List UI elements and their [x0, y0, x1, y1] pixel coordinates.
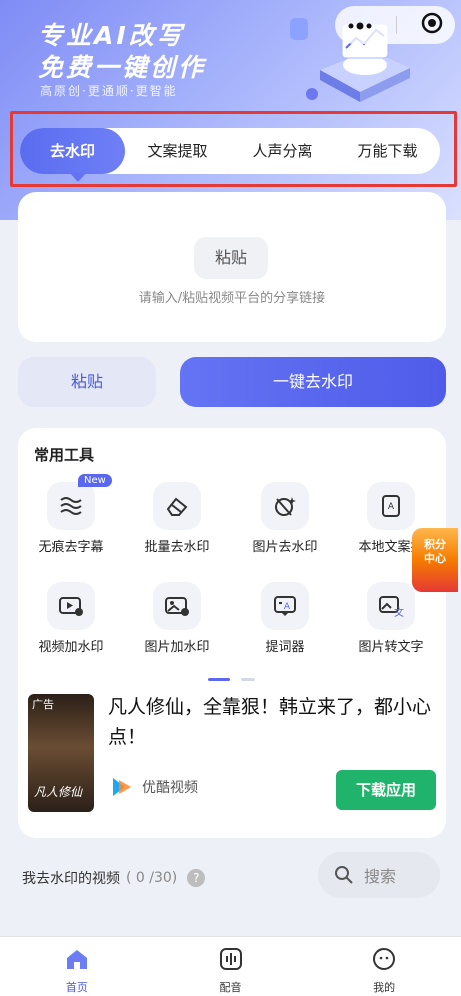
home-icon [66, 950, 87, 969]
document-text-icon: A [367, 482, 415, 530]
hero-title-line1: 专业AI改写 [38, 21, 185, 50]
new-badge: New [78, 474, 112, 487]
tool-label: 无痕去字幕 [38, 540, 104, 555]
points-center-button[interactable]: 积分 中心 [412, 528, 458, 592]
more-icon[interactable] [347, 16, 373, 35]
tool-label: 视频加水印 [38, 640, 104, 655]
my-videos-count: ( 0 /30) [126, 870, 178, 886]
download-app-button[interactable]: 下载应用 [336, 770, 436, 810]
tool-label: 批量去水印 [144, 540, 210, 555]
tools-card: 常用工具 New 无痕去字幕 批量去水印 图片去水印 A 本地文案提 视频加水印 [18, 428, 446, 838]
svg-text:A: A [388, 502, 395, 512]
tool-image-remove-watermark[interactable]: 图片去水印 [232, 482, 338, 555]
help-icon[interactable]: ? [187, 869, 206, 887]
hero-banner: 专业AI改写 免费一键创作 高原创·更通顺·更智能 [0, 0, 461, 220]
capsule-divider [396, 16, 398, 34]
teleprompter-icon: A [261, 582, 309, 630]
tab-remove-watermark[interactable]: 去水印 [20, 128, 125, 182]
tool-remove-subtitles[interactable]: New 无痕去字幕 [18, 474, 124, 555]
tool-label: 图片转文字 [358, 640, 424, 655]
subtitle-wave-icon [47, 482, 95, 530]
search-label: 搜索 [364, 867, 397, 886]
nav-profile[interactable]: 我的 [307, 937, 461, 996]
nav-home[interactable]: 首页 [0, 937, 154, 996]
audio-wave-icon [219, 948, 242, 970]
tool-teleprompter[interactable]: A 提词器 [232, 582, 338, 655]
image-to-text-icon: 文 [367, 582, 415, 630]
nav-label: 配音 [219, 981, 242, 994]
close-miniprogram-icon[interactable] [421, 12, 443, 38]
ad-brand: 优酷视频 [110, 776, 198, 798]
search-icon [335, 866, 353, 884]
hero-subtitle: 高原创·更通顺·更智能 [40, 84, 178, 98]
paste-button[interactable]: 粘贴 [18, 357, 156, 407]
tools-title: 常用工具 [34, 446, 95, 464]
image-watermark-icon [153, 582, 201, 630]
hero-title-line2: 免费一键创作 [38, 53, 207, 82]
nav-dubbing[interactable]: 配音 [154, 937, 308, 996]
svg-text:A: A [284, 602, 291, 612]
my-videos-label: 我去水印的视频 [22, 871, 120, 887]
ad-title[interactable]: 凡人修仙，全靠狠！韩立来了，都小心点！ [108, 692, 434, 752]
points-label-line2: 中心 [424, 552, 446, 565]
ad-tag: 广告 [32, 698, 54, 711]
pager-dot-active [208, 678, 230, 681]
youku-logo-icon [113, 778, 131, 796]
profile-face-icon [373, 948, 396, 970]
search-button[interactable]: 搜索 [318, 852, 440, 898]
link-input-card[interactable]: 粘贴 请输入/粘贴视频平台的分享链接 [18, 192, 446, 342]
my-videos-header: 我去水印的视频 ( 0 /30) ? [22, 868, 206, 888]
hero-title: 专业AI改写 免费一键创作 [38, 20, 206, 84]
tool-batch-remove-watermark[interactable]: 批量去水印 [124, 482, 230, 555]
pager-dot [241, 678, 256, 681]
miniprogram-capsule[interactable] [335, 6, 455, 44]
tool-label: 图片去水印 [252, 540, 318, 555]
eraser-icon [153, 482, 201, 530]
tool-label: 图片加水印 [144, 640, 210, 655]
pager-dots [208, 666, 261, 685]
tool-label: 提词器 [265, 640, 305, 655]
mode-tabs: 去水印 文案提取 人声分离 万能下载 [20, 128, 440, 182]
tool-image-to-text[interactable]: 文 图片转文字 [338, 582, 444, 655]
bottom-nav: 首页 配音 我的 [0, 936, 461, 996]
svg-text:文: 文 [394, 606, 404, 618]
image-eraser-icon [261, 482, 309, 530]
remove-watermark-button[interactable]: 一键去水印 [180, 357, 446, 407]
ad-thumbnail-logo: 凡人修仙 [34, 785, 83, 799]
nav-label: 我的 [373, 981, 396, 994]
tool-video-add-watermark[interactable]: 视频加水印 [18, 582, 124, 655]
ad-brand-name: 优酷视频 [142, 780, 198, 796]
tab-vocal-separation[interactable]: 人声分离 [230, 128, 335, 174]
points-label-line1: 积分 [424, 538, 446, 551]
tab-extract-copy[interactable]: 文案提取 [125, 128, 230, 174]
ad-thumbnail[interactable]: 广告 凡人修仙 [28, 694, 94, 812]
link-input-placeholder: 请输入/粘贴视频平台的分享链接 [138, 291, 326, 306]
nav-label: 首页 [65, 981, 88, 994]
tab-universal-download[interactable]: 万能下载 [335, 128, 440, 174]
tool-image-add-watermark[interactable]: 图片加水印 [124, 582, 230, 655]
video-watermark-icon [47, 582, 95, 630]
paste-chip-button[interactable]: 粘贴 [194, 237, 268, 279]
